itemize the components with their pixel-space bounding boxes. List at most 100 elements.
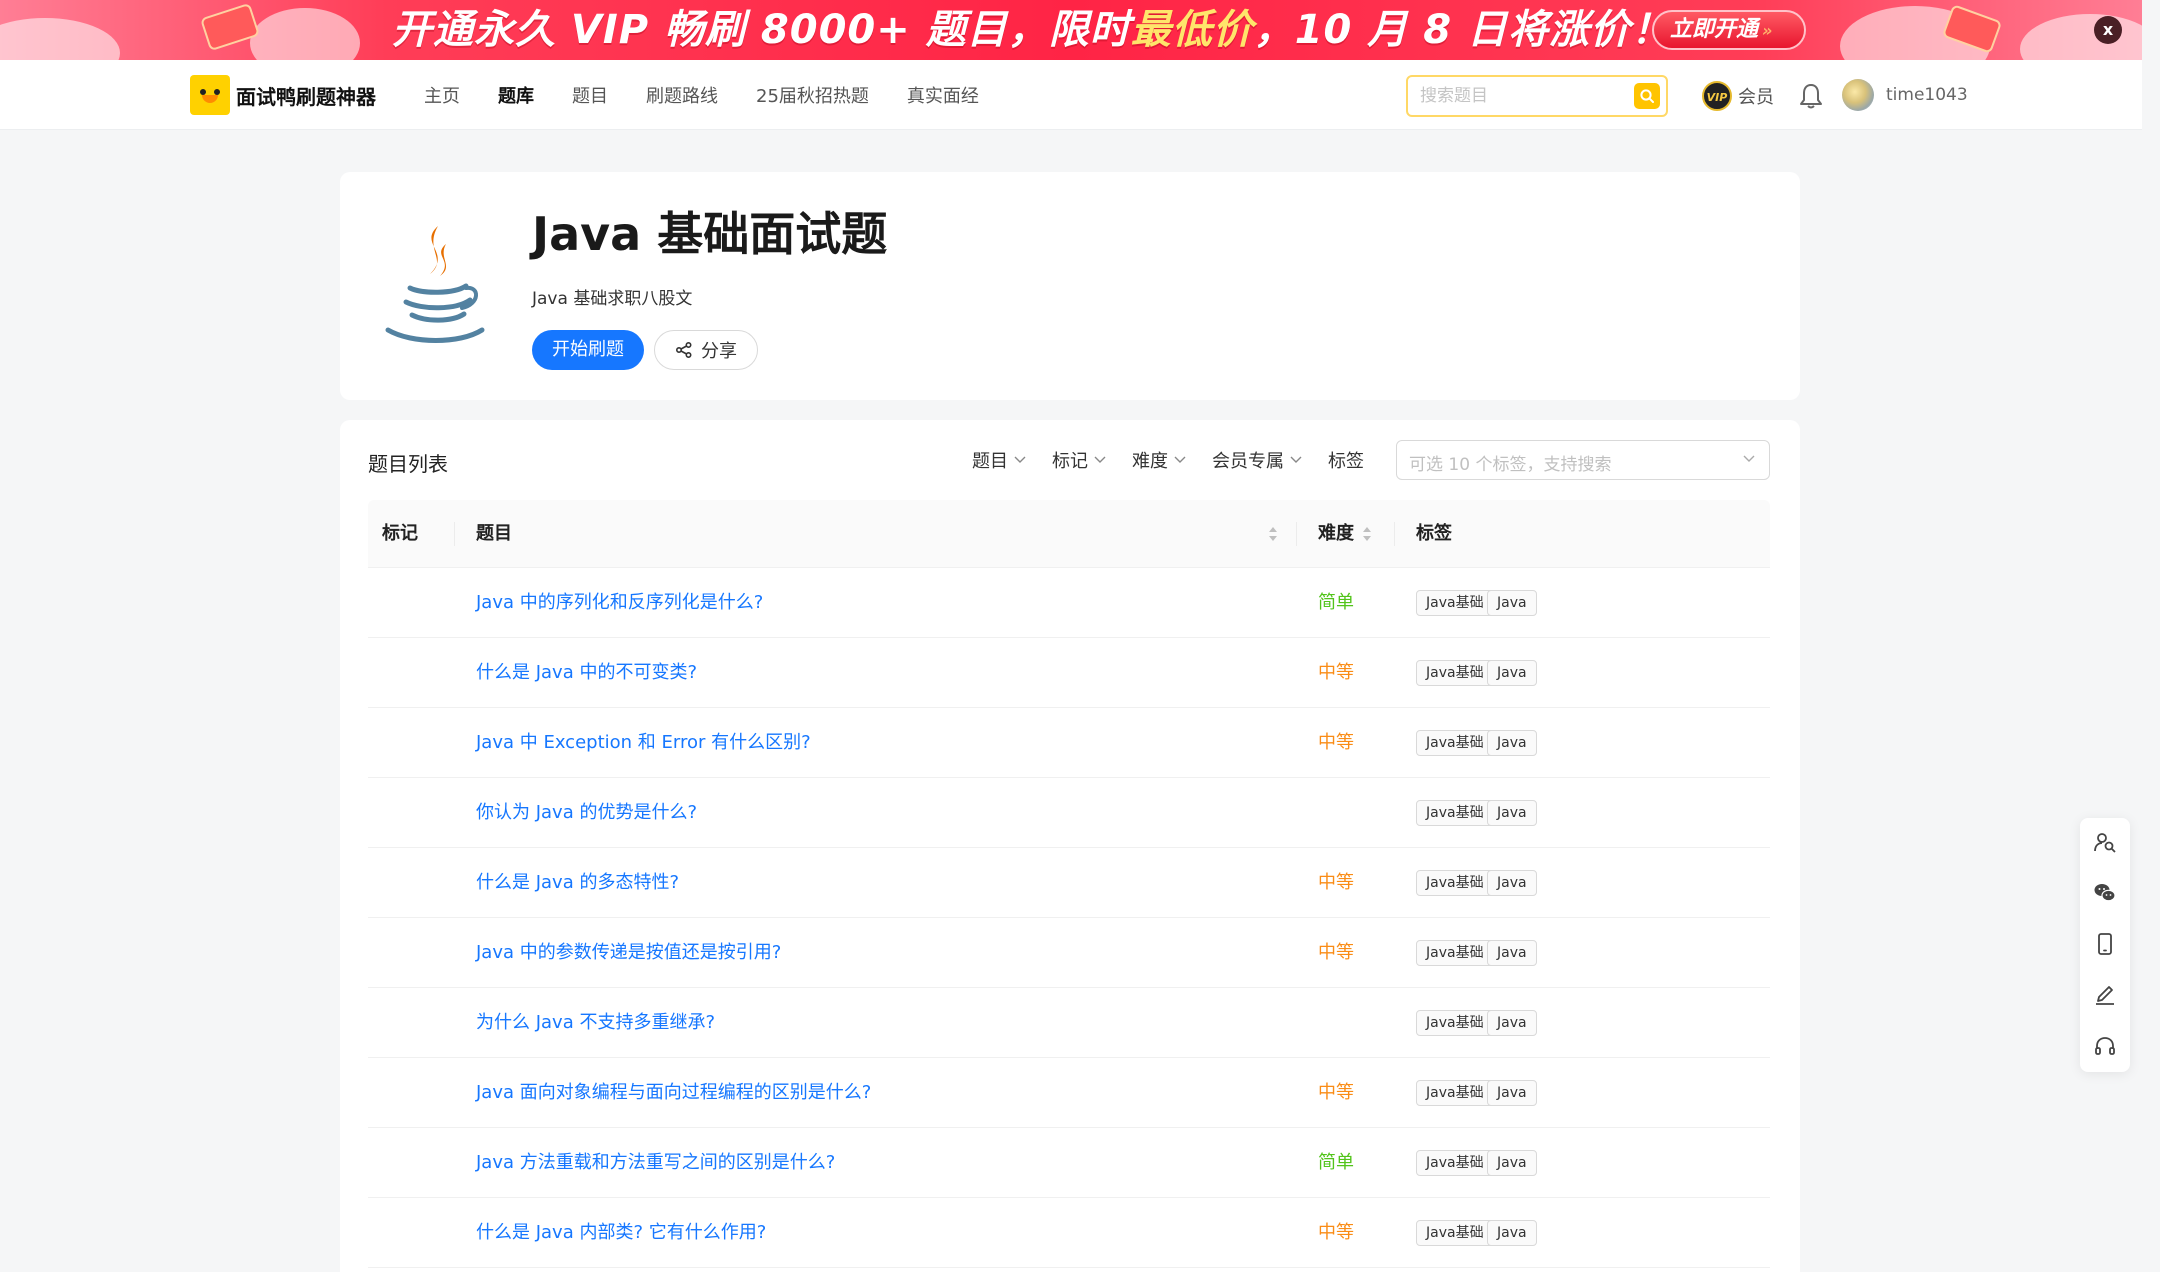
nav-questions[interactable]: 题目 bbox=[572, 82, 608, 108]
sort-icon[interactable] bbox=[1362, 524, 1372, 544]
tag-chip[interactable]: Java基础 bbox=[1416, 590, 1494, 616]
user-menu[interactable]: time1043 bbox=[1842, 78, 1968, 112]
nav-home[interactable]: 主页 bbox=[424, 82, 460, 108]
nav-hot-questions[interactable]: 25届秋招热题 bbox=[756, 82, 869, 108]
sort-icon[interactable] bbox=[1268, 524, 1278, 544]
open-vip-button[interactable]: 立即开通» bbox=[1652, 10, 1806, 50]
question-link[interactable]: 你认为 Java 的优势是什么? bbox=[476, 778, 697, 848]
nav-interview-experience[interactable]: 真实面经 bbox=[907, 82, 979, 108]
headset-icon[interactable] bbox=[2093, 1034, 2117, 1058]
tag-chip[interactable]: Java基础 bbox=[1416, 730, 1494, 756]
vip-label: 会员 bbox=[1738, 87, 1774, 108]
table-row: Java 面向对象编程与面向过程编程的区别是什么? 中等 Java基础 Java bbox=[368, 1058, 1770, 1128]
filter-bar: 题目 标记 难度 会员专属 标签 bbox=[972, 440, 1372, 480]
start-practice-button[interactable]: 开始刷题 bbox=[532, 330, 644, 370]
question-link[interactable]: Java 中 Exception 和 Error 有什么区别? bbox=[476, 708, 811, 778]
filter-question[interactable]: 题目 bbox=[972, 447, 1026, 473]
tag-chip[interactable]: Java bbox=[1487, 1150, 1537, 1176]
table-row: 为什么 Java 不支持多重继承? Java基础 Java bbox=[368, 988, 1770, 1058]
question-bank-header: Java 基础面试题 Java 基础求职八股文 开始刷题 分享 bbox=[340, 172, 1800, 400]
tag-chip[interactable]: Java基础 bbox=[1416, 870, 1494, 896]
tag-chip[interactable]: Java基础 bbox=[1416, 1220, 1494, 1246]
promo-highlight: 最低价 bbox=[1130, 7, 1254, 53]
wechat-icon[interactable] bbox=[2093, 881, 2117, 905]
difficulty-label: 简单 bbox=[1318, 1152, 1354, 1173]
tag-chip[interactable]: Java bbox=[1487, 800, 1537, 826]
tag-select[interactable]: 可选 10 个标签，支持搜索 bbox=[1396, 440, 1770, 480]
username: time1043 bbox=[1886, 85, 1968, 105]
java-coffee-cup-icon bbox=[385, 226, 485, 343]
site-logo[interactable]: 面试鸭刷题神器 bbox=[190, 75, 376, 115]
chevron-down-icon bbox=[1174, 456, 1186, 463]
tag-chip[interactable]: Java基础 bbox=[1416, 940, 1494, 966]
table-row: Java 中 Exception 和 Error 有什么区别? 中等 Java基… bbox=[368, 708, 1770, 778]
tag-chip[interactable]: Java bbox=[1487, 1220, 1537, 1246]
tag-chip[interactable]: Java bbox=[1487, 1010, 1537, 1036]
search-icon bbox=[1640, 89, 1654, 103]
table-row: 你认为 Java 的优势是什么? Java基础 Java bbox=[368, 778, 1770, 848]
edit-icon[interactable] bbox=[2093, 983, 2117, 1007]
banner-cloud-decoration bbox=[0, 18, 120, 60]
avatar bbox=[1842, 79, 1874, 111]
main-nav: 主页 题库 题目 刷题路线 25届秋招热题 真实面经 bbox=[424, 60, 1017, 130]
share-button[interactable]: 分享 bbox=[654, 330, 758, 370]
site-name: 面试鸭刷题神器 bbox=[236, 84, 376, 109]
tag-select-placeholder: 可选 10 个标签，支持搜索 bbox=[1409, 455, 1612, 475]
top-navigation: 面试鸭刷题神器 主页 题库 题目 刷题路线 25届秋招热题 真实面经 VIP 会… bbox=[0, 60, 2142, 130]
banner-cloud-decoration bbox=[250, 8, 360, 60]
question-list-card: 题目列表 题目 标记 难度 会员专属 标签 可选 10 个标签，支持搜索 标记 … bbox=[340, 420, 1800, 1272]
question-link[interactable]: Java 中的序列化和反序列化是什么? bbox=[476, 568, 763, 638]
tag-chip[interactable]: Java bbox=[1487, 1080, 1537, 1106]
difficulty-label: 中等 bbox=[1318, 1082, 1354, 1103]
difficulty-label: 中等 bbox=[1318, 872, 1354, 893]
question-link[interactable]: 什么是 Java 内部类? 它有什么作用? bbox=[476, 1198, 766, 1268]
tag-chip[interactable]: Java基础 bbox=[1416, 1010, 1494, 1036]
bell-icon[interactable] bbox=[1798, 82, 1824, 110]
difficulty-label: 简单 bbox=[1318, 592, 1354, 613]
list-title: 题目列表 bbox=[368, 452, 448, 476]
vip-member-link[interactable]: VIP 会员 bbox=[1702, 80, 1774, 112]
mobile-icon[interactable] bbox=[2093, 932, 2117, 956]
filter-mark[interactable]: 标记 bbox=[1052, 447, 1106, 473]
question-link[interactable]: 为什么 Java 不支持多重继承? bbox=[476, 988, 715, 1058]
tag-chip[interactable]: Java bbox=[1487, 660, 1537, 686]
question-link[interactable]: 什么是 Java 中的不可变类? bbox=[476, 638, 697, 708]
tag-chip[interactable]: Java基础 bbox=[1416, 1080, 1494, 1106]
search-input[interactable] bbox=[1420, 85, 1616, 107]
tag-chip[interactable]: Java基础 bbox=[1416, 1150, 1494, 1176]
chevron-down-icon bbox=[1014, 456, 1026, 463]
tag-chip[interactable]: Java bbox=[1487, 730, 1537, 756]
tag-chip[interactable]: Java基础 bbox=[1416, 800, 1494, 826]
tag-chip[interactable]: Java基础 bbox=[1416, 660, 1494, 686]
question-link[interactable]: Java 方法重载和方法重写之间的区别是什么? bbox=[476, 1128, 835, 1198]
close-banner-button[interactable]: x bbox=[2094, 16, 2122, 44]
difficulty-label: 中等 bbox=[1318, 732, 1354, 753]
duck-logo-icon bbox=[190, 75, 230, 115]
search-button[interactable] bbox=[1634, 83, 1660, 109]
search-box bbox=[1406, 75, 1668, 117]
column-title[interactable]: 题目 bbox=[476, 500, 512, 568]
question-table-body: Java 中的序列化和反序列化是什么? 简单 Java基础 Java 什么是 J… bbox=[368, 568, 1770, 1268]
nav-question-banks[interactable]: 题库 bbox=[498, 82, 534, 111]
tag-chip[interactable]: Java bbox=[1487, 940, 1537, 966]
promo-text: 开通永久 VIP 畅刷 8000+ 题目，限时最低价，10 月 8 日将涨价！ bbox=[392, 7, 1672, 53]
question-link[interactable]: Java 中的参数传递是按值还是按引用? bbox=[476, 918, 781, 988]
chevron-down-icon bbox=[1743, 455, 1755, 462]
chevron-down-icon bbox=[1290, 456, 1302, 463]
question-link[interactable]: 什么是 Java 的多态特性? bbox=[476, 848, 679, 918]
filter-difficulty[interactable]: 难度 bbox=[1132, 447, 1186, 473]
difficulty-label: 中等 bbox=[1318, 1222, 1354, 1243]
promo-banner[interactable]: 开通永久 VIP 畅刷 8000+ 题目，限时最低价，10 月 8 日将涨价！ … bbox=[0, 0, 2142, 60]
question-link[interactable]: Java 面向对象编程与面向过程编程的区别是什么? bbox=[476, 1058, 871, 1128]
table-row: 什么是 Java 中的不可变类? 中等 Java基础 Java bbox=[368, 638, 1770, 708]
filter-tags-label: 标签 bbox=[1328, 451, 1364, 472]
filter-member-only[interactable]: 会员专属 bbox=[1212, 447, 1302, 473]
column-divider bbox=[1394, 522, 1395, 546]
user-search-icon[interactable] bbox=[2093, 830, 2117, 854]
page-title: Java 基础面试题 bbox=[532, 207, 888, 261]
tag-chip[interactable]: Java bbox=[1487, 870, 1537, 896]
column-divider bbox=[454, 522, 455, 546]
tag-chip[interactable]: Java bbox=[1487, 590, 1537, 616]
nav-learning-path[interactable]: 刷题路线 bbox=[646, 82, 718, 108]
column-difficulty[interactable]: 难度 bbox=[1318, 500, 1354, 568]
